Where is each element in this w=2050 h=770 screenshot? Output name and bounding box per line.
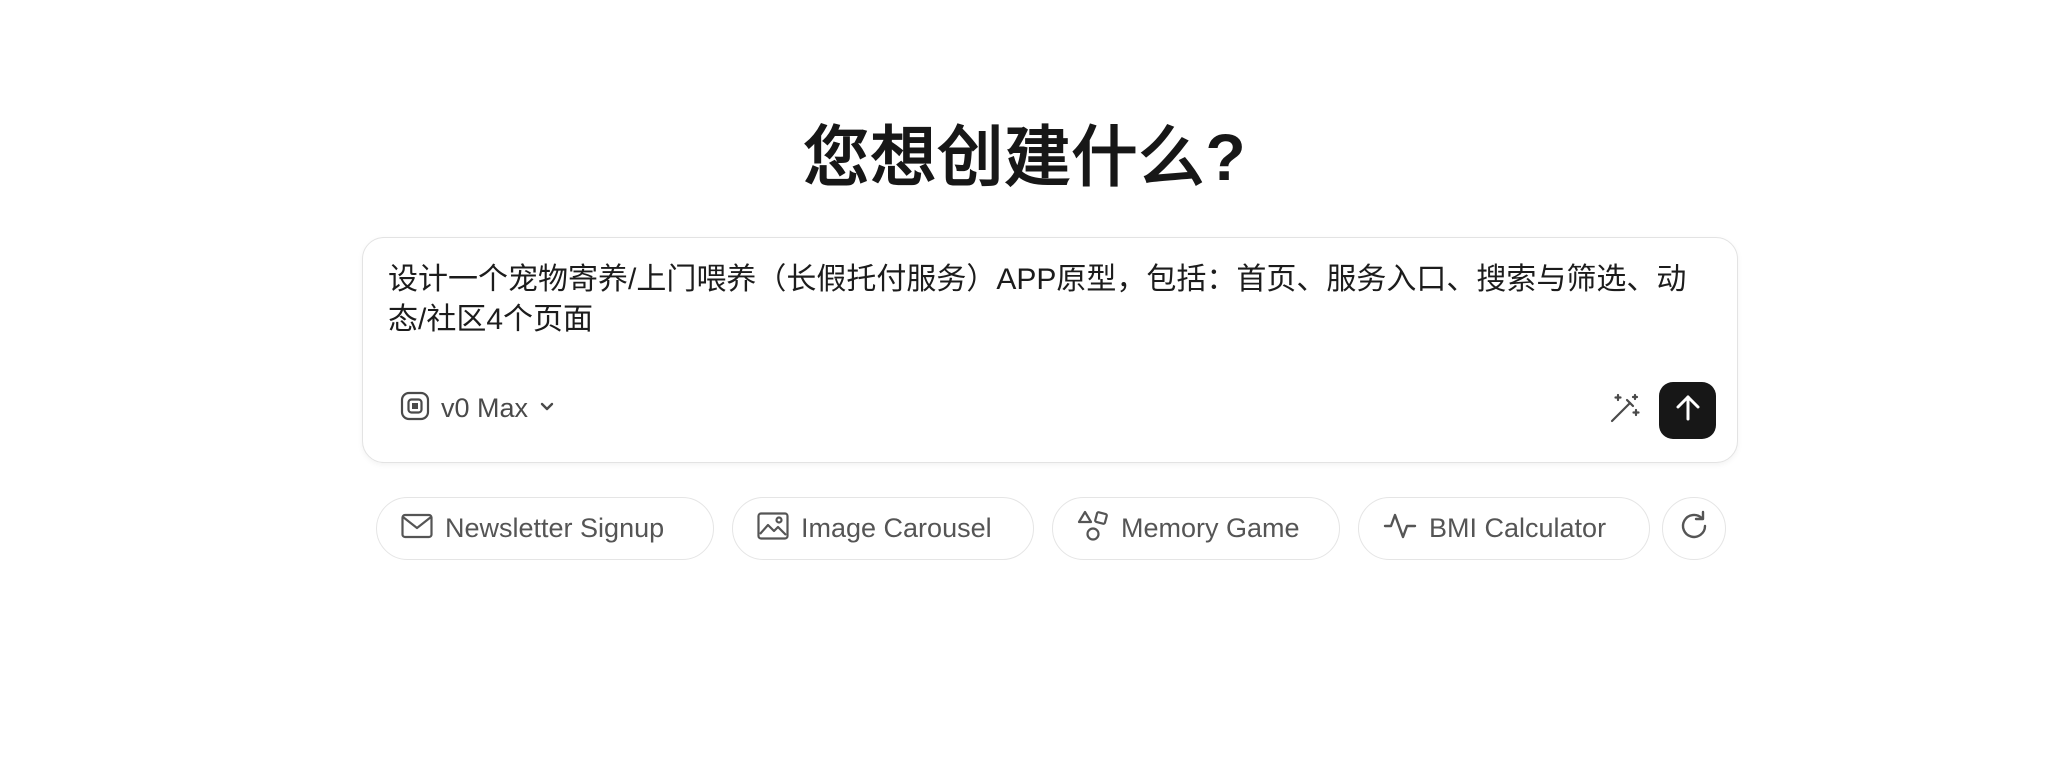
magic-wand-icon [1608, 391, 1642, 430]
suggestion-chip-newsletter-signup[interactable]: Newsletter Signup [376, 497, 714, 560]
image-icon [757, 512, 789, 545]
suggestion-chip-memory-game[interactable]: Memory Game [1052, 497, 1340, 560]
enhance-prompt-button[interactable] [1607, 392, 1643, 428]
page: 您想创建什么? 设计一个宠物寄养/上门喂养（长假托付服务）APP原型，包括：首页… [0, 0, 2050, 770]
page-title: 您想创建什么? [803, 120, 1247, 194]
suggestion-chip-image-carousel[interactable]: Image Carousel [732, 497, 1034, 560]
shapes-icon [1077, 510, 1109, 547]
send-button[interactable] [1659, 382, 1716, 439]
suggestion-label: Memory Game [1121, 513, 1300, 543]
prompt-input[interactable]: 设计一个宠物寄养/上门喂养（长假托付服务）APP原型，包括：首页、服务入口、搜索… [388, 260, 1708, 340]
refresh-suggestions-button[interactable] [1662, 497, 1726, 560]
refresh-icon [1678, 510, 1710, 547]
suggestion-chip-bmi-calculator[interactable]: BMI Calculator [1358, 497, 1650, 560]
model-chip-icon [399, 390, 431, 427]
suggestion-label: Newsletter Signup [445, 513, 665, 543]
activity-icon [1383, 512, 1417, 545]
model-label: v0 Max [441, 392, 529, 423]
suggestion-label: BMI Calculator [1429, 513, 1607, 543]
chevron-down-icon [538, 397, 556, 420]
prompt-composer: 设计一个宠物寄养/上门喂养（长假托付服务）APP原型，包括：首页、服务入口、搜索… [362, 237, 1738, 463]
suggestion-label: Image Carousel [801, 513, 992, 543]
arrow-up-icon [1673, 393, 1703, 428]
mail-icon [401, 513, 433, 544]
model-selector[interactable]: v0 Max [399, 388, 556, 428]
